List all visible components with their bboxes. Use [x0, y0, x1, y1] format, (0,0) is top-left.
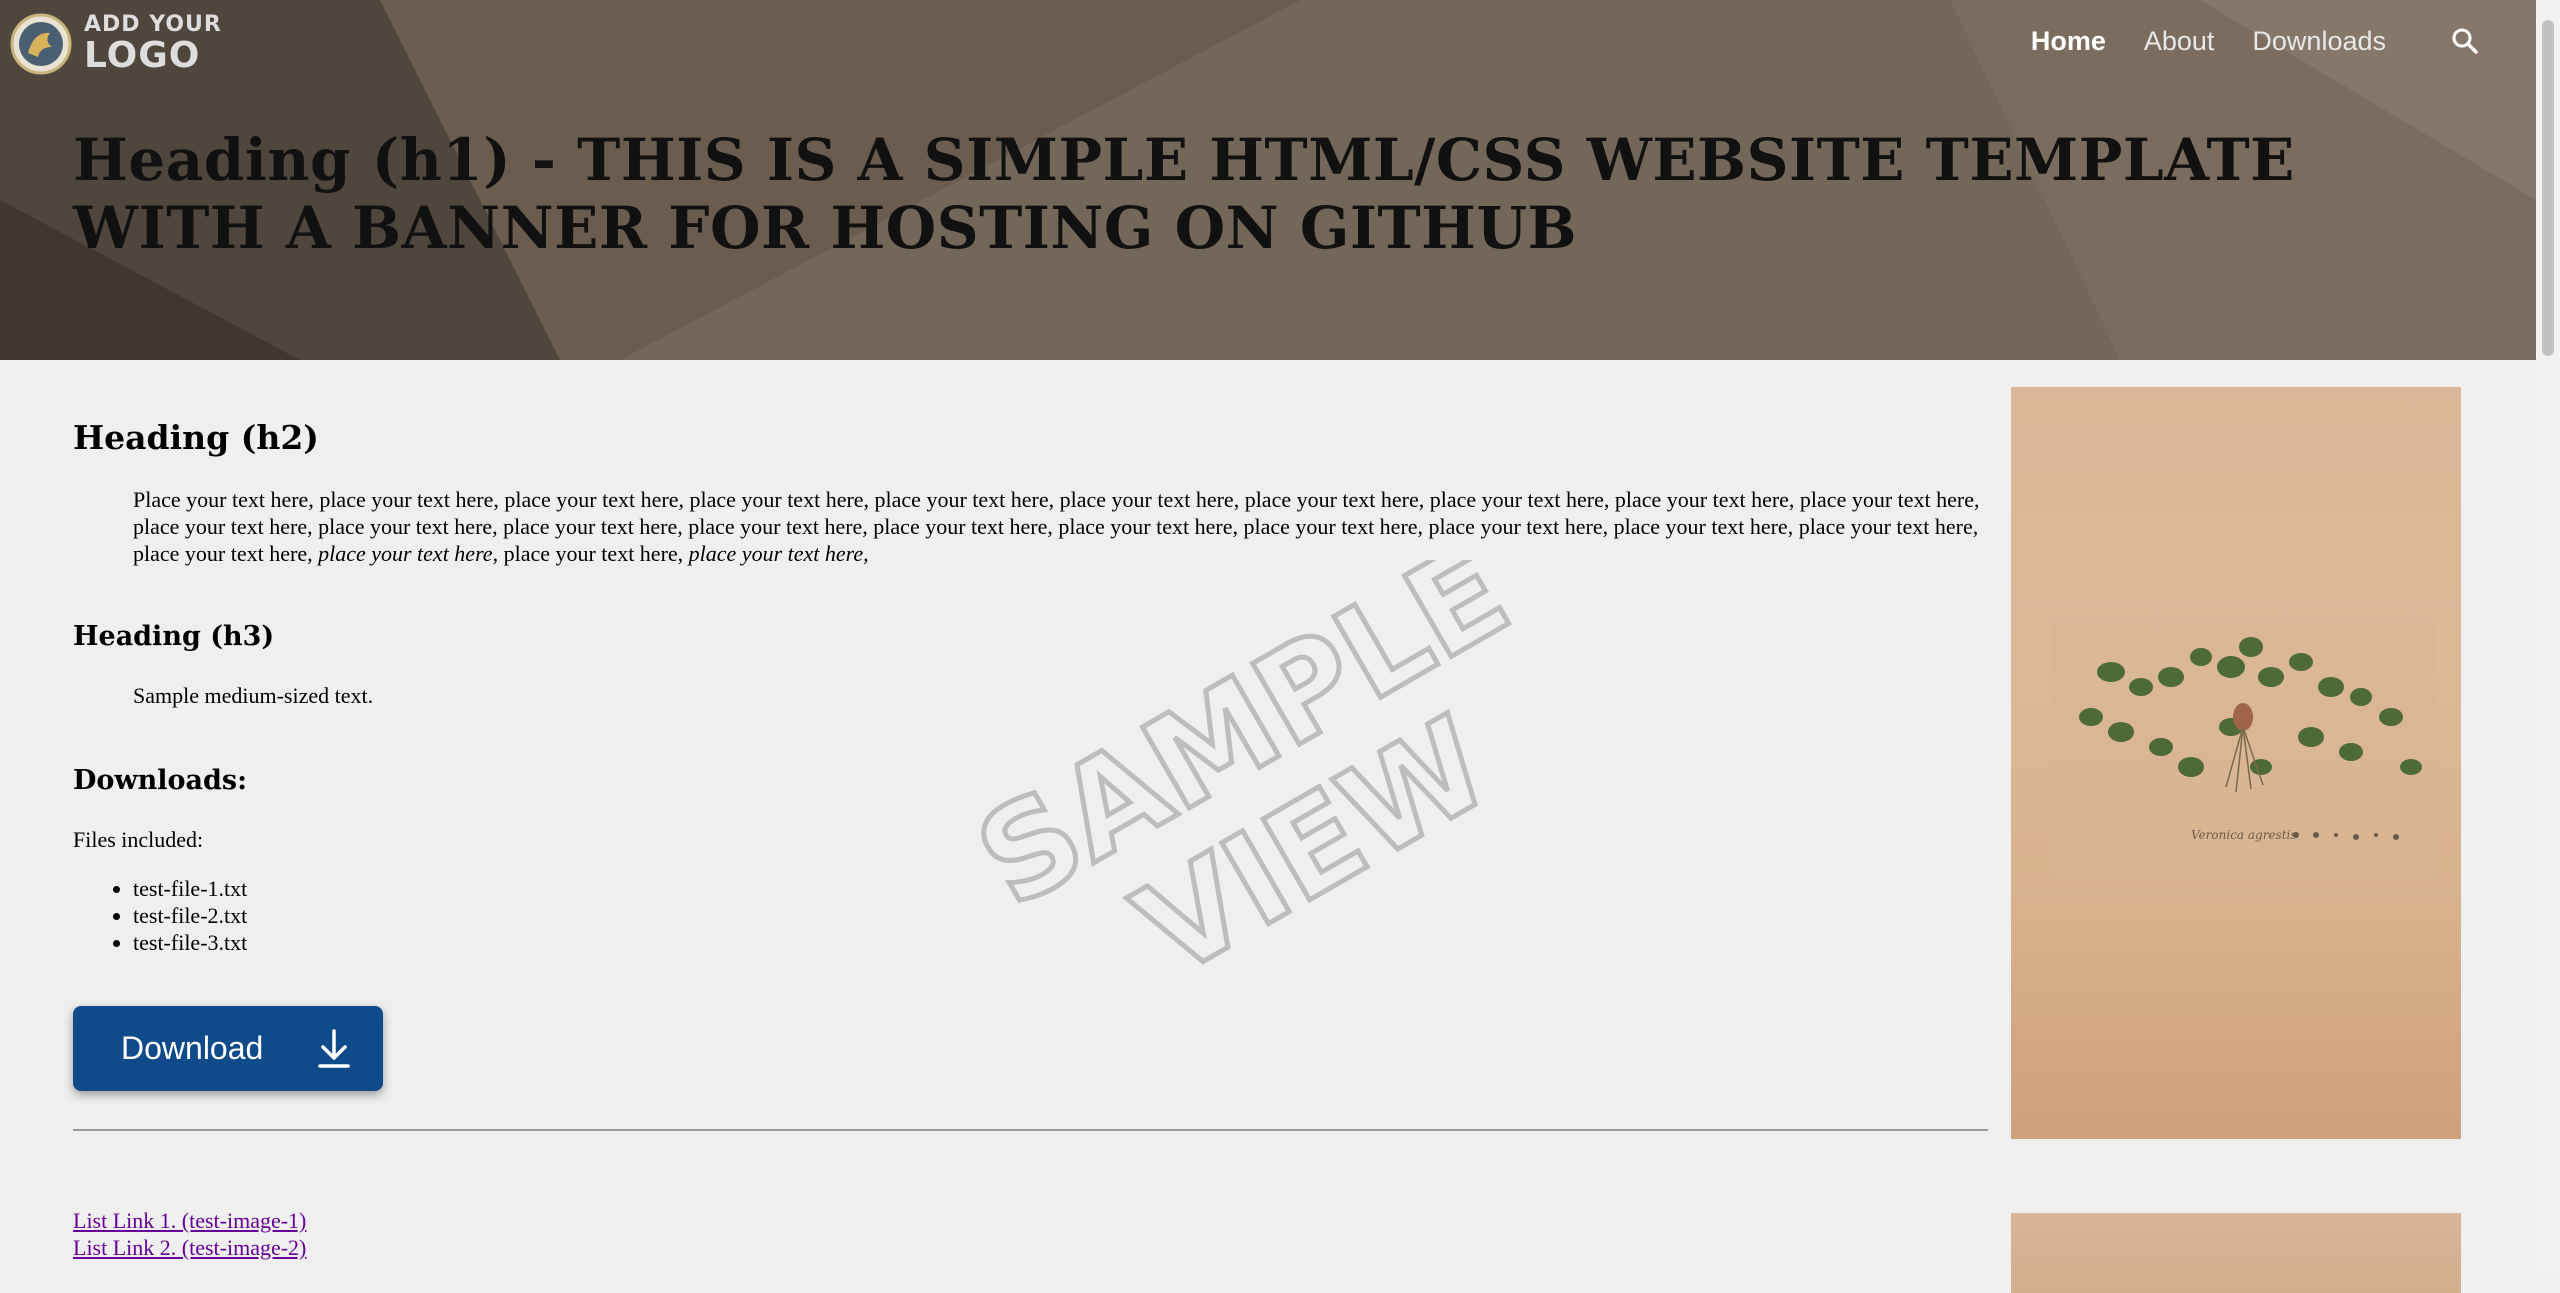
main-content: Heading (h2) Place your text here, place…	[73, 360, 1989, 1261]
heading-h3: Heading (h3)	[73, 621, 275, 652]
list-link-1[interactable]: List Link 1. (test-image-1)	[73, 1207, 1989, 1234]
body-paragraph: Place your text here, place your text he…	[133, 486, 1989, 567]
botanical-illustration: Veronica agrestis	[2051, 617, 2436, 877]
downloads-heading: Downloads:	[73, 765, 248, 796]
paragraph-italic-2: place your text here,	[688, 541, 869, 566]
logo-text-line1: ADD YOUR	[84, 12, 222, 37]
site-logo[interactable]: ADD YOUR LOGO	[10, 12, 222, 76]
heading-h2: Heading (h2)	[73, 418, 319, 457]
banner: ADD YOUR LOGO Home About Downloads Headi…	[0, 0, 2536, 360]
files-label: Files included:	[73, 827, 204, 852]
nav-about[interactable]: About	[2144, 26, 2215, 57]
search-icon[interactable]	[2450, 26, 2480, 56]
download-button[interactable]: Download	[73, 1006, 383, 1091]
medium-text: Sample medium-sized text.	[133, 683, 374, 708]
section-divider	[73, 1129, 1988, 1131]
scrollbar-thumb[interactable]	[2542, 20, 2554, 356]
nav-downloads[interactable]: Downloads	[2252, 26, 2386, 57]
files-list: test-file-1.txt test-file-2.txt test-fil…	[73, 875, 1989, 956]
svg-text:Veronica agrestis: Veronica agrestis	[2191, 828, 2297, 842]
page-scrollbar[interactable]	[2536, 0, 2560, 1271]
link-list: List Link 1. (test-image-1) List Link 2.…	[73, 1207, 1989, 1261]
botanical-image-1[interactable]: Veronica agrestis	[2011, 387, 2461, 1139]
main-nav: Home About Downloads	[2031, 0, 2536, 82]
paragraph-text-mid: place your text here,	[498, 541, 689, 566]
list-item: test-file-3.txt	[133, 929, 1989, 956]
logo-text-line2: LOGO	[84, 35, 201, 76]
list-link-2[interactable]: List Link 2. (test-image-2)	[73, 1234, 1989, 1261]
logo-mark-icon	[10, 13, 72, 75]
list-item: test-file-2.txt	[133, 902, 1989, 929]
botanical-image-2[interactable]	[2011, 1213, 2461, 1293]
download-button-label: Download	[121, 1030, 264, 1066]
page-title: Heading (h1) - THIS IS A SIMPLE HTML/CSS…	[73, 126, 2295, 262]
list-item: test-file-1.txt	[133, 875, 1989, 902]
paragraph-italic-1: place your text here,	[318, 541, 499, 566]
nav-home[interactable]: Home	[2031, 26, 2106, 57]
download-arrow-icon	[318, 1028, 351, 1068]
